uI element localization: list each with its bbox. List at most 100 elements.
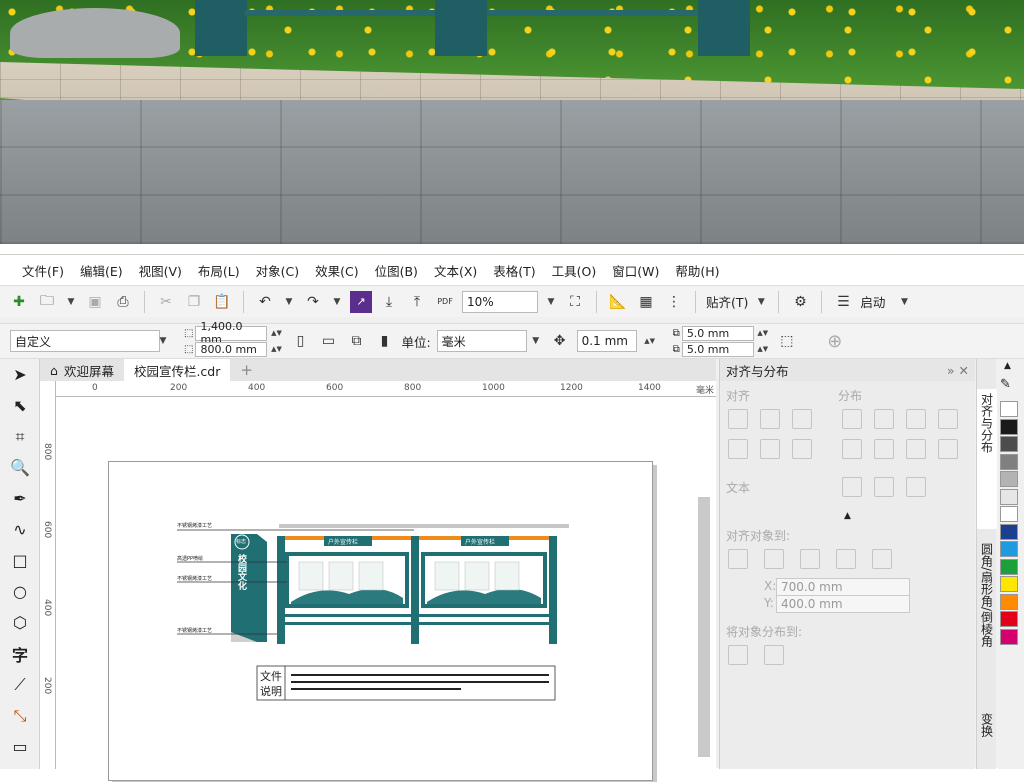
show-guidelines-icon[interactable]: ⋮ — [663, 291, 685, 313]
drop-shadow-tool-icon[interactable]: ▭ — [0, 731, 40, 762]
connector-tool-icon[interactable]: ⤡ — [0, 700, 40, 731]
freehand-tool-icon[interactable]: ✒ — [0, 483, 40, 514]
distribute-spacing-h-icon[interactable] — [938, 409, 958, 429]
vertical-scrollbar[interactable] — [698, 497, 710, 757]
open-folder-icon[interactable]: 🗀 — [36, 291, 58, 313]
color-swatch[interactable] — [1000, 523, 1018, 540]
x-coordinate-field[interactable]: 700.0 mm — [776, 578, 910, 596]
pick-tool-icon[interactable]: ➤ — [0, 359, 40, 390]
color-swatch[interactable] — [1000, 576, 1018, 592]
spinner-icon[interactable]: ▲▼ — [756, 345, 770, 353]
distribute-bottom-icon[interactable] — [906, 439, 926, 459]
artistic-media-tool-icon[interactable]: ∿ — [0, 514, 40, 545]
color-swatch[interactable] — [1000, 453, 1018, 470]
color-swatch[interactable] — [1000, 593, 1018, 610]
spinner-icon[interactable]: ▲▼ — [643, 337, 657, 345]
text-baseline-icon[interactable] — [842, 477, 862, 497]
search-content-icon[interactable]: ↗ — [350, 290, 372, 313]
align-to-page-center-icon[interactable] — [800, 549, 820, 569]
polygon-tool-icon[interactable]: ⬡ — [0, 607, 40, 638]
align-to-page-edge-icon[interactable] — [764, 549, 784, 569]
print-icon[interactable]: ⎙ — [112, 291, 134, 313]
undo-icon[interactable]: ↶ — [254, 291, 276, 313]
pin-icon[interactable] — [948, 477, 968, 497]
eyedropper-icon[interactable]: ✎ — [1000, 377, 1011, 392]
y-coordinate-field[interactable]: 400.0 mm — [776, 595, 910, 613]
vtab-transform[interactable]: 变换 — [977, 709, 997, 769]
menu-item[interactable]: 视图(V) — [131, 261, 190, 280]
color-swatch[interactable] — [1000, 558, 1018, 575]
menu-item[interactable]: 位图(B) — [367, 261, 426, 280]
color-swatch[interactable] — [1000, 541, 1018, 557]
menu-item[interactable]: 对象(C) — [248, 261, 307, 280]
align-center-h-icon[interactable] — [760, 409, 780, 429]
align-bottom-icon[interactable] — [792, 439, 812, 459]
spinner-icon[interactable]: ▲▼ — [269, 345, 283, 353]
text-line-icon[interactable] — [874, 477, 894, 497]
distribute-spacing-v-icon[interactable] — [938, 439, 958, 459]
crop-tool-icon[interactable]: ⌗ — [0, 421, 40, 452]
duplicate-x-field[interactable]: 5.0 mm — [681, 325, 754, 341]
show-rulers-icon[interactable]: 📐 — [607, 291, 629, 313]
drawing-page[interactable]: 不锈钢烤漆工艺 高透PP喷绘 不锈钢烤漆工艺 不锈钢烤漆工艺 户外宣传栏 户外宣… — [108, 461, 653, 781]
color-swatch[interactable] — [1000, 488, 1018, 505]
tab-welcome[interactable]: ⌂ 欢迎屏幕 — [40, 359, 124, 381]
align-top-icon[interactable] — [728, 439, 748, 459]
vtab-align-distribute[interactable]: 对齐与分布 — [977, 389, 997, 529]
import-icon[interactable]: ⤓ — [378, 291, 400, 313]
chevron-down-icon[interactable]: ▼ — [156, 336, 170, 346]
options-gear-icon[interactable]: ⚙ — [789, 291, 811, 313]
nudge-distance-field[interactable]: 0.1 mm — [576, 330, 637, 352]
color-swatch[interactable] — [1000, 401, 1018, 417]
align-to-point-icon[interactable] — [872, 549, 892, 569]
export-icon[interactable]: ⤒ — [406, 291, 428, 313]
menu-item[interactable]: 布局(L) — [190, 261, 248, 280]
align-to-active-icon[interactable] — [728, 549, 748, 569]
horizontal-ruler[interactable]: 0 200 400 600 800 1000 1200 1400 毫米 — [56, 381, 716, 397]
color-swatch[interactable] — [1000, 436, 1018, 452]
page-height-field[interactable]: 800.0 mm — [195, 341, 268, 357]
distribute-left-icon[interactable] — [842, 409, 862, 429]
collapse-arrow-icon[interactable]: ▲ — [844, 511, 851, 521]
current-page-icon[interactable]: ▮ — [373, 330, 395, 352]
text-tool-icon[interactable]: 字 — [0, 638, 40, 669]
show-grid-icon[interactable]: ▦ — [635, 291, 657, 313]
all-pages-icon[interactable]: ⧉ — [345, 330, 367, 352]
chevron-down-icon[interactable]: ▼ — [544, 297, 558, 307]
menu-item[interactable]: 编辑(E) — [72, 261, 131, 280]
publish-pdf-icon[interactable]: PDF — [434, 291, 456, 313]
portrait-icon[interactable]: ▯ — [289, 330, 311, 352]
zoom-tool-icon[interactable]: 🔍 — [0, 452, 40, 483]
save-icon[interactable]: ▣ — [84, 291, 106, 313]
distribute-to-selection-icon[interactable] — [728, 645, 748, 665]
page-preset-select[interactable]: 自定义 — [10, 330, 160, 352]
redo-icon[interactable]: ↷ — [302, 291, 324, 313]
page-width-field[interactable]: 1,400.0 mm — [195, 320, 268, 346]
ellipse-tool-icon[interactable]: ○ — [0, 576, 40, 607]
text-bbox-icon[interactable] — [906, 477, 926, 497]
docker-controls[interactable]: » ✕ — [947, 363, 969, 378]
add-tab-button[interactable]: + — [230, 359, 263, 381]
distribute-right-icon[interactable] — [906, 409, 926, 429]
cut-icon[interactable]: ✂ — [155, 291, 177, 313]
chevron-down-icon[interactable]: ▼ — [330, 297, 344, 307]
duplicate-y-field[interactable]: 5.0 mm — [681, 341, 754, 357]
application-launcher-icon[interactable]: ☰ — [832, 291, 854, 313]
distribute-to-page-icon[interactable] — [764, 645, 784, 665]
tab-document[interactable]: 校园宣传栏.cdr — [123, 359, 231, 381]
new-document-icon[interactable]: ✚ — [8, 291, 30, 313]
align-right-icon[interactable] — [792, 409, 812, 429]
align-to-grid-icon[interactable] — [836, 549, 856, 569]
treat-as-filled-icon[interactable]: ⬚ — [776, 330, 798, 352]
chevron-down-icon[interactable]: ▼ — [529, 336, 543, 346]
menu-item[interactable]: 工具(O) — [544, 261, 605, 280]
chevron-down-icon[interactable]: ▼ — [64, 297, 78, 307]
launch-label[interactable]: 启动 — [860, 292, 885, 311]
color-swatch[interactable] — [1000, 506, 1018, 522]
vertical-ruler[interactable]: 800 600 400 200 — [40, 381, 56, 769]
copy-icon[interactable]: ❐ — [183, 291, 205, 313]
distribute-top-icon[interactable] — [842, 439, 862, 459]
spinner-icon[interactable]: ▲▼ — [756, 329, 770, 337]
paste-icon[interactable]: 📋 — [211, 291, 233, 313]
align-center-v-icon[interactable] — [760, 439, 780, 459]
